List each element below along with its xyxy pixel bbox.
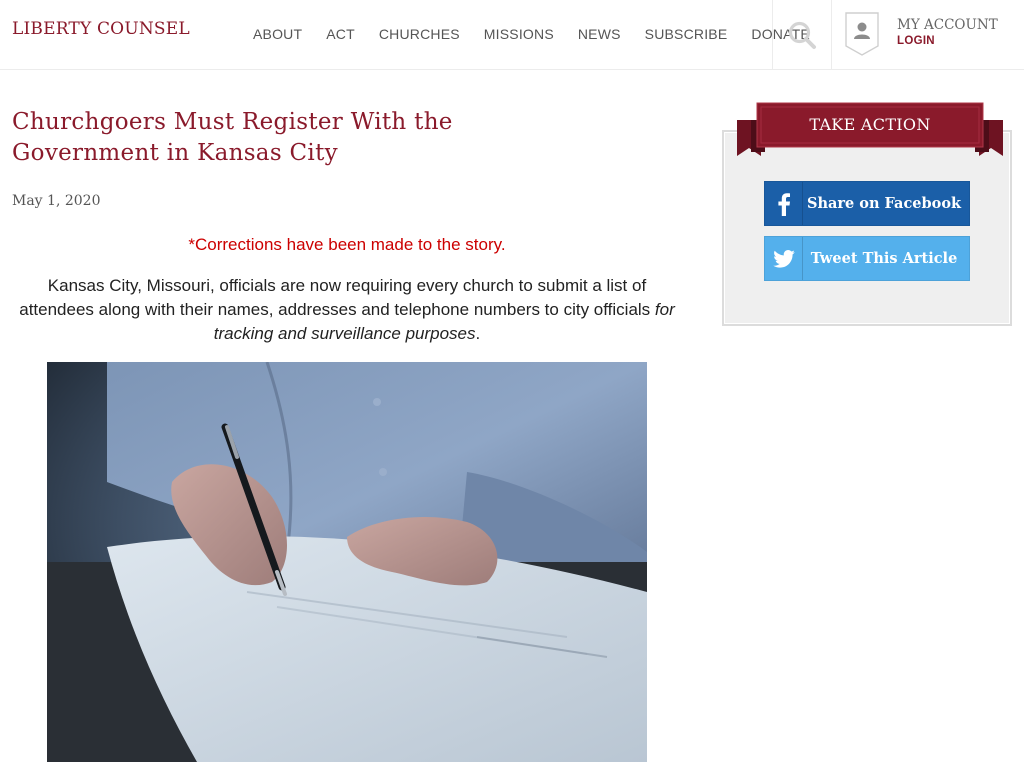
site-header: LIBERTY COUNSEL ABOUT ACT CHURCHES MISSI… <box>0 0 1024 70</box>
user-icon <box>845 12 879 56</box>
article-date: May 1, 2020 <box>12 193 101 209</box>
account-link[interactable]: MY ACCOUNT LOGIN <box>897 17 998 47</box>
login-link[interactable]: LOGIN <box>897 35 998 47</box>
twitter-icon <box>772 249 795 268</box>
article-title: Churchgoers Must Register With the Gover… <box>12 109 453 166</box>
facebook-icon-box <box>765 182 803 225</box>
twitter-icon-box <box>765 237 803 280</box>
nav-item-act[interactable]: ACT <box>314 26 367 42</box>
nav-item-subscribe[interactable]: SUBSCRIBE <box>633 26 740 42</box>
share-facebook-label: Share on Facebook <box>806 195 962 212</box>
nav-item-missions[interactable]: MISSIONS <box>472 26 566 42</box>
share-facebook-button[interactable]: Share on Facebook <box>764 181 970 226</box>
search-button[interactable] <box>772 0 832 69</box>
article-lead: Kansas City, Missouri, officials are now… <box>12 274 682 346</box>
account-title: MY ACCOUNT <box>897 17 998 33</box>
article-photo <box>47 362 647 762</box>
nav-item-about[interactable]: ABOUT <box>241 26 314 42</box>
lead-end: . <box>475 324 481 343</box>
correction-note: *Corrections have been made to the story… <box>188 235 506 254</box>
nav-item-news[interactable]: NEWS <box>566 26 633 42</box>
main-nav: ABOUT ACT CHURCHES MISSIONS NEWS SUBSCRI… <box>241 0 822 68</box>
account-badge[interactable] <box>844 12 880 56</box>
search-icon <box>788 21 816 49</box>
facebook-icon <box>777 192 790 216</box>
tweet-article-button[interactable]: Tweet This Article <box>764 236 970 281</box>
take-action-title: TAKE ACTION <box>809 114 931 134</box>
site-logo[interactable]: LIBERTY COUNSEL <box>12 19 190 39</box>
signing-document-illustration <box>47 362 647 762</box>
tweet-article-label: Tweet This Article <box>810 250 958 267</box>
lead-text: Kansas City, Missouri, officials are now… <box>19 276 655 319</box>
nav-item-churches[interactable]: CHURCHES <box>367 26 472 42</box>
